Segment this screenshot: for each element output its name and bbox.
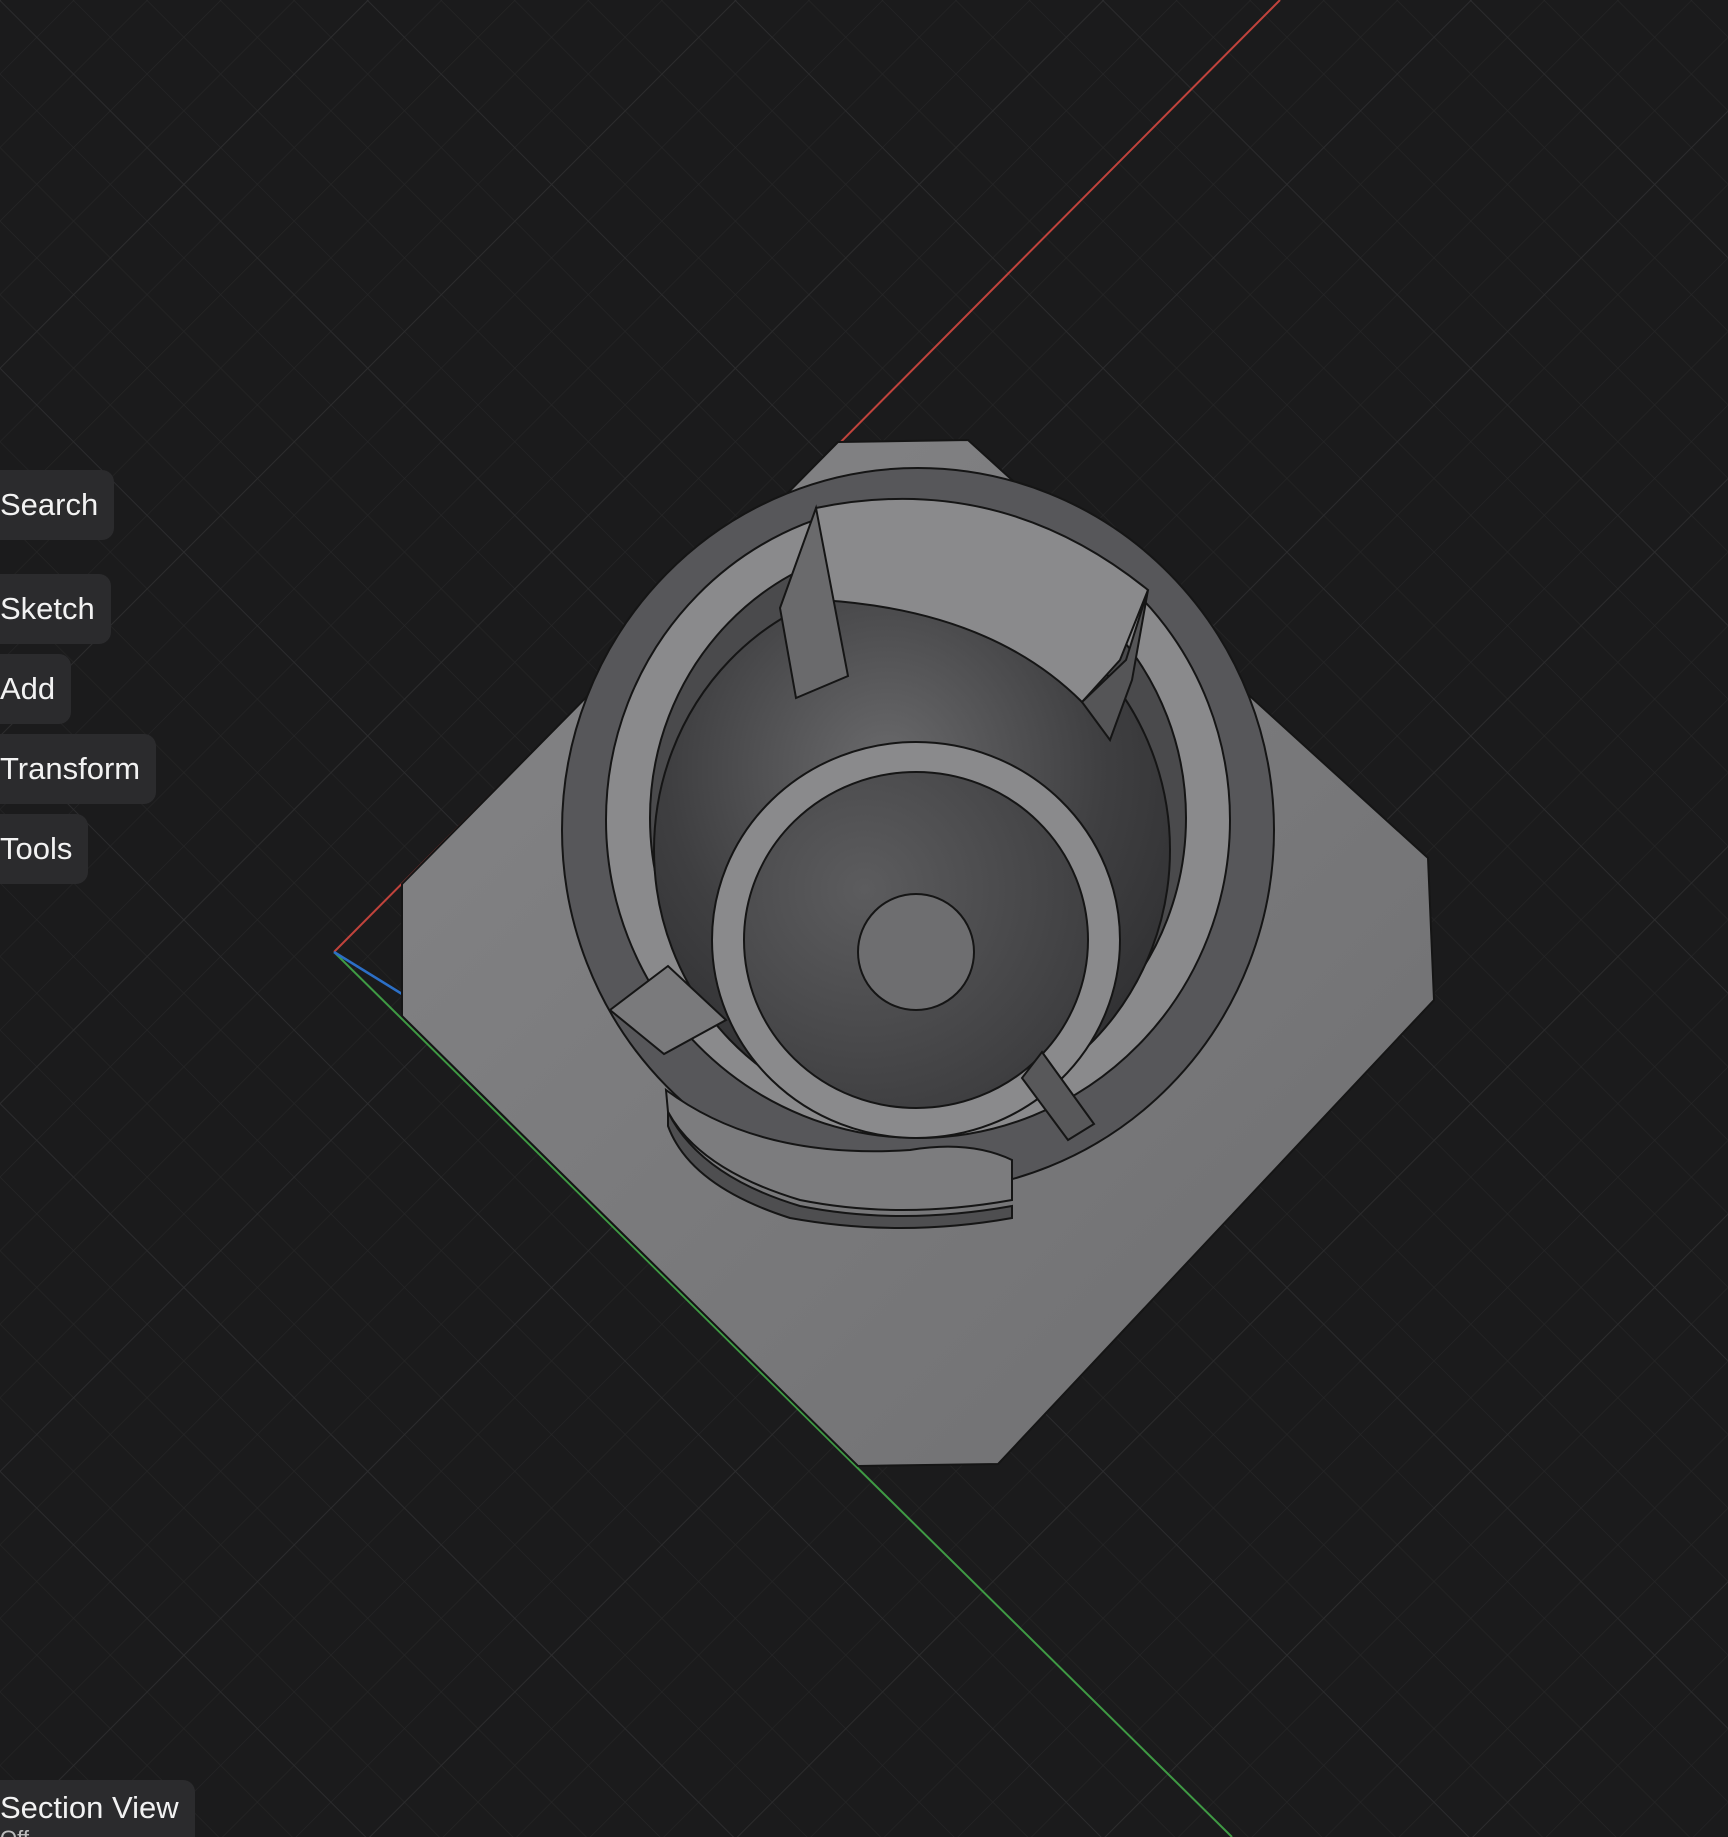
section-view-label: Section View (0, 1790, 179, 1825)
tools-button[interactable]: Tools (0, 814, 89, 884)
section-view-toggle[interactable]: Section View Off (0, 1780, 195, 1837)
section-view-state: Off (0, 1826, 179, 1837)
tools-button-label: Tools (0, 831, 73, 866)
transform-button-label: Transform (0, 751, 141, 786)
3d-viewport[interactable]: Search Sketch Add Transform Tools Sectio… (0, 0, 1728, 1837)
sketch-button-label: Sketch (0, 591, 95, 626)
search-button-label: Search (0, 487, 99, 522)
search-button[interactable]: Search (0, 470, 115, 540)
add-button-label: Add (0, 671, 56, 706)
transform-button[interactable]: Transform (0, 734, 157, 804)
center-hole[interactable] (857, 893, 975, 1011)
add-button[interactable]: Add (0, 654, 72, 724)
viewport-canvas[interactable] (0, 0, 1728, 1837)
sketch-button[interactable]: Sketch (0, 574, 111, 644)
